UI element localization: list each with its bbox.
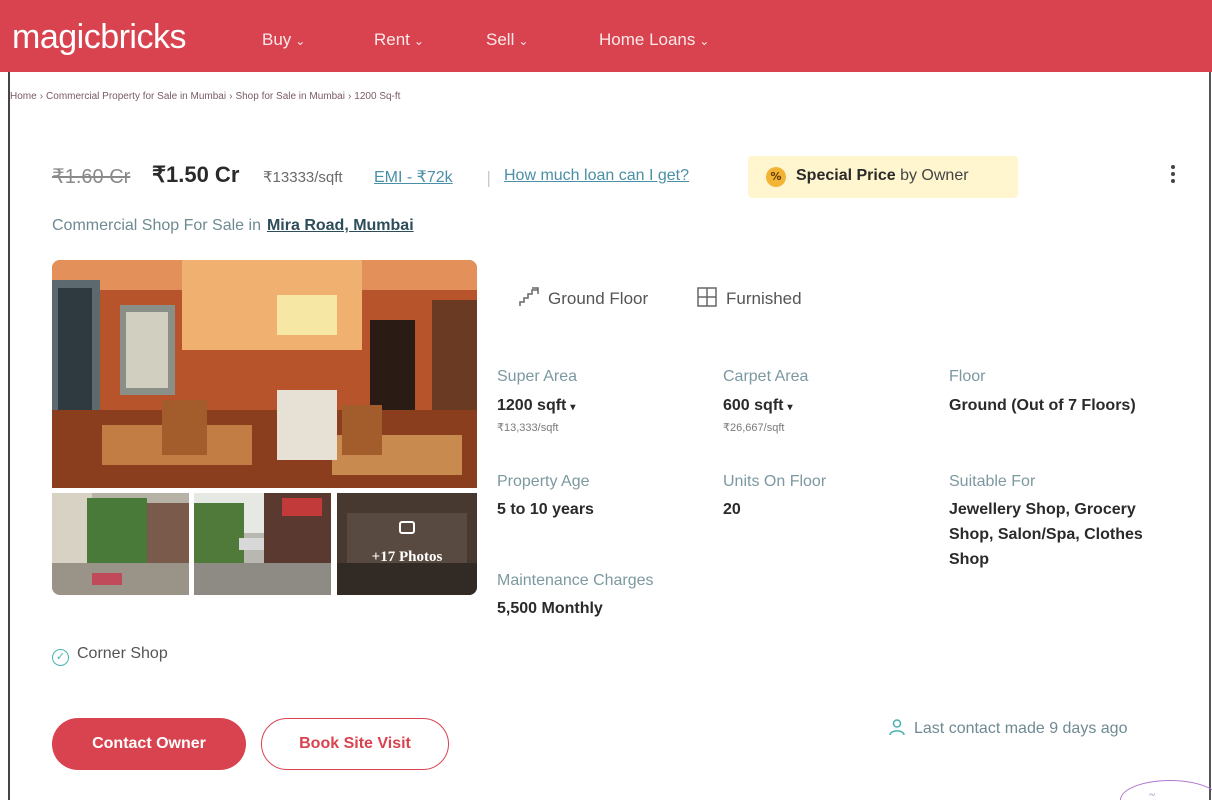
thumbnail-photo-2[interactable] (194, 493, 331, 595)
stairs-icon (519, 287, 539, 306)
percent-icon: % (766, 167, 786, 187)
divider: | (486, 168, 492, 187)
caret-down-icon: ▾ (570, 402, 576, 413)
nav-buy[interactable]: Buy ⌄ (262, 30, 305, 50)
chevron-down-icon: ⌄ (295, 34, 306, 48)
listing-price: ₹1.50 Cr (152, 162, 240, 187)
breadcrumb-shop[interactable]: Shop for Sale in Mumbai (235, 91, 345, 102)
camera-icon (399, 521, 415, 534)
chevron-down-icon: ⌄ (518, 34, 529, 48)
user-icon (889, 719, 905, 736)
carpet-area-rate: ₹26,667/sqft (723, 422, 785, 434)
property-age-value: 5 to 10 years (497, 501, 594, 518)
carpet-area-value[interactable]: 600 sqft ▾ (723, 393, 793, 420)
maintenance-value: 5,500 Monthly (497, 600, 603, 617)
floor-label: Floor (949, 368, 986, 385)
super-area-value[interactable]: 1200 sqft ▾ (497, 393, 575, 420)
breadcrumb-current: 1200 Sq-ft (354, 91, 401, 102)
page-border-left (8, 72, 10, 800)
tag-furnishing: Furnished (696, 286, 802, 309)
stamp-mark: ~ (1120, 780, 1212, 800)
more-photos-tile[interactable]: +17 Photos (337, 493, 477, 595)
breadcrumb-commercial[interactable]: Commercial Property for Sale in Mumbai (46, 91, 226, 102)
thumbnail-photo-1[interactable] (52, 493, 189, 595)
breadcrumb-home[interactable]: Home (10, 91, 37, 102)
nav-sell[interactable]: Sell ⌄ (486, 30, 528, 50)
top-navigation-bar: magicbricks Buy ⌄ Rent ⌄ Sell ⌄ Home Loans ⌄ (0, 0, 1212, 72)
magicbricks-logo[interactable]: magicbricks (12, 18, 186, 57)
units-on-floor-value: 20 (723, 501, 741, 518)
super-area-label: Super Area (497, 368, 578, 385)
window-icon (697, 287, 717, 307)
caret-down-icon: ▾ (787, 402, 793, 413)
page-border-right (1209, 72, 1211, 800)
super-area-rate: ₹13,333/sqft (497, 422, 559, 434)
price-per-sqft: ₹13333/sqft (263, 169, 343, 186)
more-options-icon[interactable] (1163, 162, 1183, 192)
suitable-for-label: Suitable For (949, 473, 1036, 490)
suitable-for-value: Jewellery Shop, Grocery Shop, Salon/Spa,… (949, 501, 1143, 568)
last-contact-info: Last contact made 9 days ago (888, 718, 1127, 738)
amenity-corner-shop: ✓ Corner Shop (52, 645, 168, 666)
contact-owner-button[interactable]: Contact Owner (52, 718, 246, 770)
property-age-label: Property Age (497, 473, 590, 490)
chevron-down-icon: ⌄ (413, 34, 424, 48)
maintenance-label: Maintenance Charges (497, 572, 654, 589)
listing-subtitle: Commercial Shop For Sale in Mira Road, Mu… (52, 217, 414, 234)
chevron-down-icon: ⌄ (699, 34, 710, 48)
main-property-photo[interactable] (52, 260, 477, 488)
breadcrumb: Home › Commercial Property for Sale in Mum… (10, 91, 401, 102)
tag-floor: Ground Floor (518, 286, 648, 309)
nav-rent[interactable]: Rent ⌄ (374, 30, 424, 50)
nav-home-loans[interactable]: Home Loans ⌄ (599, 30, 709, 50)
loan-eligibility-link[interactable]: How much loan can I get? (504, 167, 689, 185)
book-site-visit-button[interactable]: Book Site Visit (261, 718, 449, 770)
units-on-floor-label: Units On Floor (723, 473, 827, 490)
emi-link[interactable]: EMI - ₹72k (374, 167, 453, 187)
location-link[interactable]: Mira Road, Mumbai (267, 217, 414, 234)
check-circle-icon: ✓ (52, 649, 69, 666)
floor-value: Ground (Out of 7 Floors) (949, 397, 1136, 414)
original-price: ₹1.60 Cr (52, 166, 131, 188)
carpet-area-label: Carpet Area (723, 368, 809, 385)
special-price-badge: % Special Price by Owner (748, 156, 1018, 198)
